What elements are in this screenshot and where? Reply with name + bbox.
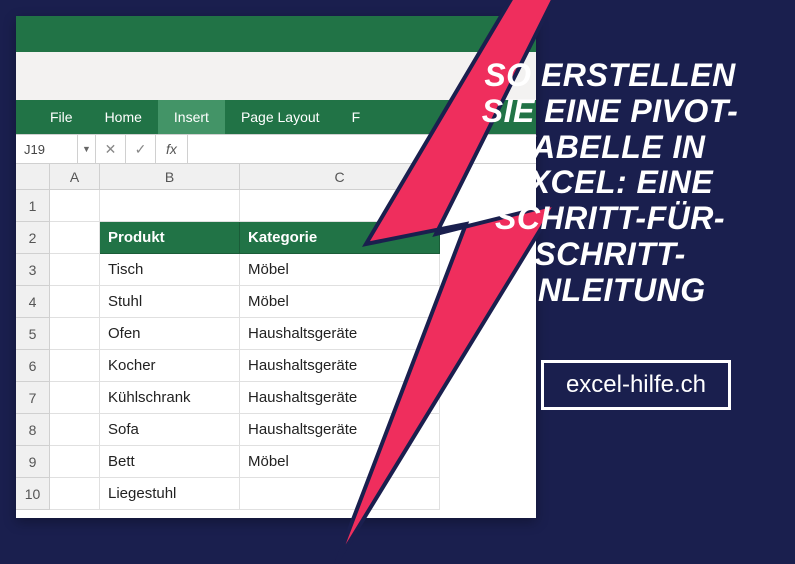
cell[interactable]: Haushaltsgeräte: [240, 414, 440, 446]
table-row: Ofen Haushaltsgeräte: [50, 318, 536, 350]
row-header[interactable]: 1: [16, 190, 50, 222]
row-header[interactable]: 5: [16, 318, 50, 350]
row-headers: 1 2 3 4 5 6 7 8 9 10: [16, 190, 50, 510]
row-header[interactable]: 10: [16, 478, 50, 510]
cell[interactable]: Liegestuhl: [100, 478, 240, 510]
row-header[interactable]: 4: [16, 286, 50, 318]
table-header-cell[interactable]: Produkt: [100, 222, 240, 254]
table-row: Sofa Haushaltsgeräte: [50, 414, 536, 446]
left-column: 1 2 3 4 5 6 7 8 9 10: [16, 164, 50, 518]
cell[interactable]: [50, 190, 100, 222]
tab-page-layout[interactable]: Page Layout: [225, 100, 336, 134]
row-header[interactable]: 2: [16, 222, 50, 254]
cell[interactable]: [240, 190, 440, 222]
table-header-cell[interactable]: Kategorie: [240, 222, 440, 254]
cell[interactable]: Möbel: [240, 254, 440, 286]
row-header[interactable]: 9: [16, 446, 50, 478]
tab-file[interactable]: File: [34, 100, 89, 134]
promo-title: So erstellen Sie eine Pivot-Tabelle in E…: [455, 58, 765, 309]
table-row: Bett Möbel: [50, 446, 536, 478]
cell[interactable]: [50, 350, 100, 382]
fx-icon[interactable]: fx: [156, 135, 188, 163]
tab-home[interactable]: Home: [89, 100, 158, 134]
cell[interactable]: [50, 382, 100, 414]
col-header[interactable]: C: [240, 164, 440, 190]
cell[interactable]: [50, 222, 100, 254]
table-row: Kocher Haushaltsgeräte: [50, 350, 536, 382]
row-header[interactable]: 7: [16, 382, 50, 414]
row-header[interactable]: 8: [16, 414, 50, 446]
cell[interactable]: [50, 478, 100, 510]
cell[interactable]: [100, 190, 240, 222]
enter-icon[interactable]: ✓: [126, 135, 156, 163]
cell[interactable]: Stuhl: [100, 286, 240, 318]
name-box-dropdown-icon[interactable]: ▼: [78, 135, 96, 163]
cell[interactable]: [50, 446, 100, 478]
excel-title-bar: [16, 16, 536, 52]
table-row: Liegestuhl: [50, 478, 536, 510]
row-header[interactable]: 3: [16, 254, 50, 286]
cell[interactable]: [50, 318, 100, 350]
col-header[interactable]: A: [50, 164, 100, 190]
cell[interactable]: Haushaltsgeräte: [240, 382, 440, 414]
cell[interactable]: Ofen: [100, 318, 240, 350]
cell[interactable]: [50, 286, 100, 318]
col-header[interactable]: B: [100, 164, 240, 190]
cell[interactable]: [50, 414, 100, 446]
row-header[interactable]: 6: [16, 350, 50, 382]
tab-formulas-partial[interactable]: F: [336, 100, 377, 134]
cell[interactable]: Möbel: [240, 286, 440, 318]
cell[interactable]: Kühlschrank: [100, 382, 240, 414]
tab-insert[interactable]: Insert: [158, 100, 225, 134]
cell[interactable]: Tisch: [100, 254, 240, 286]
cell[interactable]: Haushaltsgeräte: [240, 350, 440, 382]
cell[interactable]: [50, 254, 100, 286]
name-box[interactable]: J19: [16, 135, 78, 163]
promo-badge: excel-hilfe.ch: [541, 360, 731, 410]
cell[interactable]: [240, 478, 440, 510]
cell[interactable]: Bett: [100, 446, 240, 478]
cell[interactable]: Sofa: [100, 414, 240, 446]
cell[interactable]: Haushaltsgeräte: [240, 318, 440, 350]
cancel-icon[interactable]: ✕: [96, 135, 126, 163]
table-row: Kühlschrank Haushaltsgeräte: [50, 382, 536, 414]
cell[interactable]: Kocher: [100, 350, 240, 382]
cell[interactable]: Möbel: [240, 446, 440, 478]
select-all-corner[interactable]: [16, 164, 50, 190]
